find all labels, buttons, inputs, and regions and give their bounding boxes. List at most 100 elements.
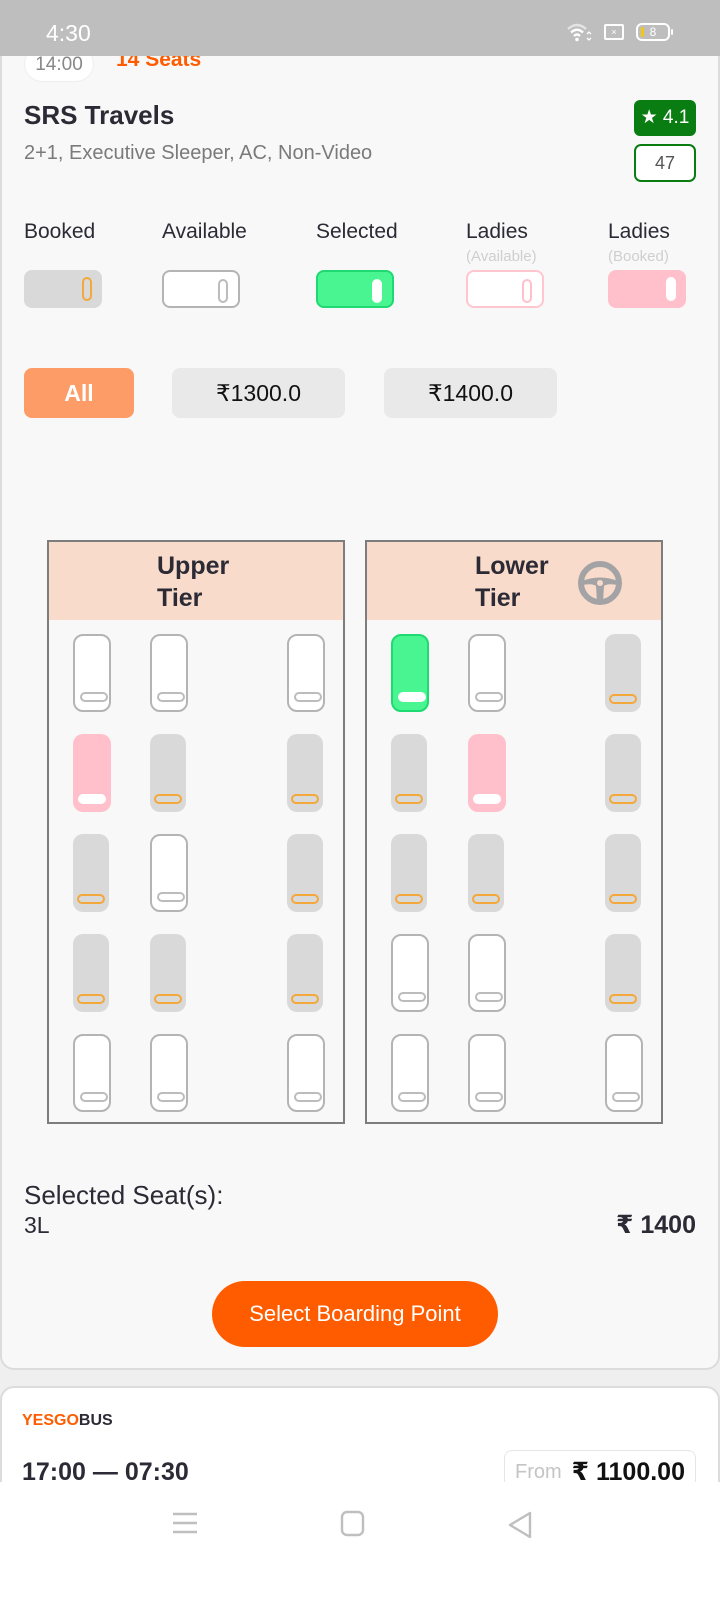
status-icons: × 8 [566,22,673,42]
legend-label: Available [162,220,247,243]
seat-pillow-icon [472,894,500,904]
upper-deck-title: Upper Tier [157,552,230,612]
review-count: 47 [634,144,696,182]
filter-1400[interactable]: ₹1400.0 [384,368,557,418]
seat-pillow-icon [80,1092,108,1102]
home-icon[interactable] [340,1510,366,1538]
seat-pillow-icon [291,994,319,1004]
select-boarding-point-button[interactable]: Select Boarding Point [212,1281,498,1347]
upper-deck: Upper Tier [47,540,345,1124]
brand-part-1: YESGO [22,1412,79,1429]
legend-label: Booked [24,220,96,243]
from-label: From [514,1460,562,1483]
seat-lower-available[interactable] [605,1034,643,1112]
seat-pillow-icon [77,894,105,904]
seat-pillow-icon [475,1092,503,1102]
system-nav-bar [0,1482,720,1600]
legend-ladies-available: Ladies (Available) [466,220,544,308]
selected-total-price: ₹ 1400 [616,1211,696,1239]
seat-pillow-icon [77,994,105,1004]
seat-upper-booked [287,834,323,912]
seat-lower-booked [605,734,641,812]
seat-pillow-icon [475,992,503,1002]
rating-badge: ★ 4.1 [634,100,696,136]
seat-pillow-icon [609,794,637,804]
seat-pillow-icon [291,794,319,804]
seat-lower-booked [605,934,641,1012]
seat-upper-available[interactable] [150,634,188,712]
seat-pillow-icon [157,892,185,902]
legend-available: Available [162,220,247,308]
seat-pillow-icon [475,692,503,702]
seat-legend: Booked Available Selected Ladies (Availa… [2,220,720,320]
operator-name: SRS Travels [24,100,175,130]
brand-part-2: BUS [78,1412,113,1429]
seat-upper-available[interactable] [150,1034,188,1112]
legend-selected: Selected [316,220,398,308]
seat-pillow-icon [398,992,426,1002]
seat-upper-booked [287,734,323,812]
steering-wheel-icon [578,561,622,605]
seat-pillow-icon [609,694,637,704]
legend-label: Ladies [466,220,528,243]
seat-lower-booked [391,734,427,812]
seat-lower-booked [391,834,427,912]
bus-type: 2+1, Executive Sleeper, AC, Non-Video [24,142,373,164]
selected-seats-value: 3L [24,1212,50,1238]
seat-pillow-icon [398,1092,426,1102]
lower-deck-title: Lower Tier [475,552,549,612]
status-time: 4:30 [46,20,91,46]
seat-upper-available[interactable] [287,634,325,712]
seat-upper-booked [150,934,186,1012]
back-icon[interactable] [506,1510,534,1540]
seat-pillow-icon [154,794,182,804]
seat-lower-available[interactable] [468,1034,506,1112]
seat-pillow-icon [157,1092,185,1102]
seat-pillow-icon [395,894,423,904]
selected-seat-icon [316,270,394,308]
upper-deck-header: Upper Tier [49,542,343,620]
seat-upper-booked [150,734,186,812]
seat-pillow-icon [395,794,423,804]
ladies-available-seat-icon [466,270,544,308]
seat-pillow-icon [294,1092,322,1102]
legend-label: Ladies [608,220,670,243]
filter-all[interactable]: All [24,368,134,418]
seat-lower-available[interactable] [391,934,429,1012]
seat-pillow-icon [294,692,322,702]
seat-lower-available[interactable] [468,934,506,1012]
seat-lower-booked [468,834,504,912]
lower-deck-header: Lower Tier [367,542,661,620]
seat-lower-booked [605,634,641,712]
seat-upper-available[interactable] [73,634,111,712]
legend-label: Selected [316,220,398,243]
available-seat-icon [162,270,240,308]
menu-icon[interactable] [172,1510,198,1536]
seat-pillow-icon [473,794,501,804]
seat-lower-selected[interactable] [391,634,429,712]
seat-upper-available[interactable] [73,1034,111,1112]
seat-lower-available[interactable] [391,1034,429,1112]
filter-1300[interactable]: ₹1300.0 [172,368,345,418]
seat-upper-available[interactable] [150,834,188,912]
seat-upper-available[interactable] [287,1034,325,1112]
battery-level: 8 [649,25,657,39]
seat-upper-booked [73,934,109,1012]
seat-upper-booked [73,834,109,912]
operator-logo: YESGOBUS [22,1412,113,1430]
booked-seat-icon [24,270,102,308]
seat-lower-booked [605,834,641,912]
legend-booked: Booked [24,220,102,308]
legend-sublabel: (Booked) [608,248,669,265]
legend-sublabel: (Available) [466,248,537,265]
seat-lower-available[interactable] [468,634,506,712]
status-bar: 4:30 × 8 [0,0,720,56]
lower-deck: Lower Tier [365,540,663,1124]
seat-pillow-icon [78,794,106,804]
legend-ladies-booked: Ladies (Booked) [608,220,686,308]
seat-pillow-icon [612,1092,640,1102]
seat-pillow-icon [157,692,185,702]
battery-icon: 8 [636,23,673,41]
wifi-icon [567,23,592,42]
selected-seats-title: Selected Seat(s): [24,1180,224,1210]
